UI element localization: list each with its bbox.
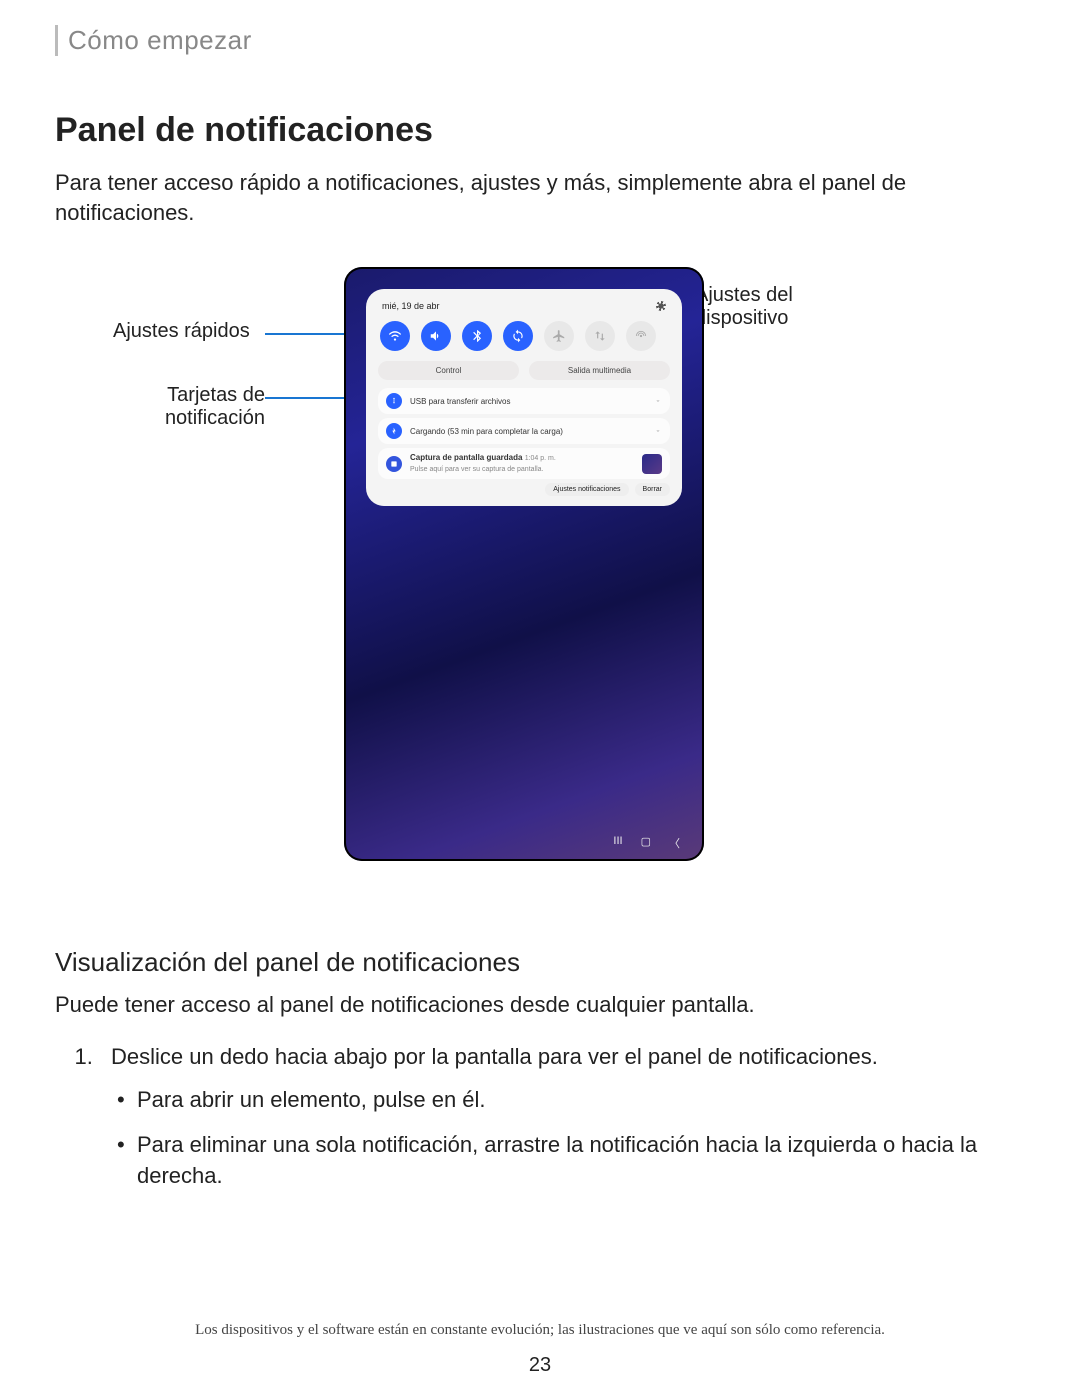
subheading: Visualización del panel de notificacione… bbox=[55, 947, 1025, 978]
hotspot-icon[interactable] bbox=[626, 321, 656, 351]
notification-text: Captura de pantalla guardada 1:04 p. m. … bbox=[410, 453, 634, 474]
data-icon[interactable] bbox=[585, 321, 615, 351]
control-pill[interactable]: Control bbox=[378, 361, 519, 380]
callout-quick-settings: Ajustes rápidos bbox=[113, 320, 250, 343]
notification-settings-button[interactable]: Ajustes notificaciones bbox=[545, 483, 628, 496]
notification-time: 1:04 p. m. bbox=[525, 455, 556, 462]
step-item: Deslice un dedo hacia abajo por la panta… bbox=[99, 1042, 1025, 1191]
notification-panel: mié, 19 de abr Control Salida multimedia… bbox=[366, 289, 682, 506]
media-output-pill[interactable]: Salida multimedia bbox=[529, 361, 670, 380]
notification-card[interactable]: Cargando (53 min para completar la carga… bbox=[378, 418, 670, 444]
page-title: Panel de notificaciones bbox=[55, 111, 1025, 150]
notification-text: USB para transferir archivos bbox=[410, 397, 646, 407]
recents-icon[interactable]: III bbox=[613, 835, 622, 851]
callout-device-settings: Ajustes del dispositivo bbox=[695, 284, 793, 330]
sound-icon[interactable] bbox=[421, 321, 451, 351]
notification-subtitle: Pulse aquí para ver su captura de pantal… bbox=[410, 466, 543, 473]
home-icon[interactable]: ▢ bbox=[641, 835, 651, 851]
chevron-down-icon bbox=[654, 427, 662, 435]
bullet-item: Para abrir un elemento, pulse en él. bbox=[111, 1085, 1025, 1116]
notification-card[interactable]: USB para transferir archivos bbox=[378, 388, 670, 414]
intro-paragraph: Para tener acceso rápido a notificacione… bbox=[55, 168, 1025, 227]
notification-text: Cargando (53 min para completar la carga… bbox=[410, 427, 646, 437]
wifi-icon[interactable] bbox=[380, 321, 410, 351]
screenshot-thumbnail bbox=[642, 454, 662, 474]
bluetooth-icon[interactable] bbox=[462, 321, 492, 351]
device-mockup: mié, 19 de abr Control Salida multimedia… bbox=[344, 267, 704, 861]
notification-title: Captura de pantalla guardada bbox=[410, 453, 522, 462]
device-navbar: III ▢ 〈 bbox=[613, 835, 680, 851]
callout-notification-cards: Tarjetas de notificación bbox=[135, 384, 265, 430]
steps-list: Deslice un dedo hacia abajo por la panta… bbox=[99, 1042, 1025, 1191]
screenshot-icon bbox=[386, 456, 402, 472]
chevron-down-icon bbox=[654, 397, 662, 405]
gear-icon[interactable] bbox=[656, 301, 666, 311]
step-text: Deslice un dedo hacia abajo por la panta… bbox=[111, 1044, 878, 1069]
airplane-icon[interactable] bbox=[544, 321, 574, 351]
callout-device-settings-l2: dispositivo bbox=[695, 307, 788, 329]
footnote: Los dispositivos y el software están en … bbox=[0, 1322, 1080, 1339]
body-paragraph: Puede tener acceso al panel de notificac… bbox=[55, 992, 1025, 1018]
charging-icon bbox=[386, 423, 402, 439]
figure: Ajustes rápidos Tarjetas de notificación… bbox=[55, 267, 1025, 907]
back-icon[interactable]: 〈 bbox=[669, 835, 680, 851]
page-number: 23 bbox=[0, 1354, 1080, 1377]
bullet-item: Para eliminar una sola notificación, arr… bbox=[111, 1130, 1025, 1192]
rotate-icon[interactable] bbox=[503, 321, 533, 351]
notification-card[interactable]: Captura de pantalla guardada 1:04 p. m. … bbox=[378, 448, 670, 479]
panel-date: mié, 19 de abr bbox=[382, 301, 440, 311]
clear-button[interactable]: Borrar bbox=[635, 483, 670, 496]
callout-device-settings-l1: Ajustes del bbox=[695, 284, 793, 306]
usb-icon bbox=[386, 393, 402, 409]
breadcrumb: Cómo empezar bbox=[55, 25, 1025, 56]
quick-settings-row bbox=[378, 317, 670, 359]
